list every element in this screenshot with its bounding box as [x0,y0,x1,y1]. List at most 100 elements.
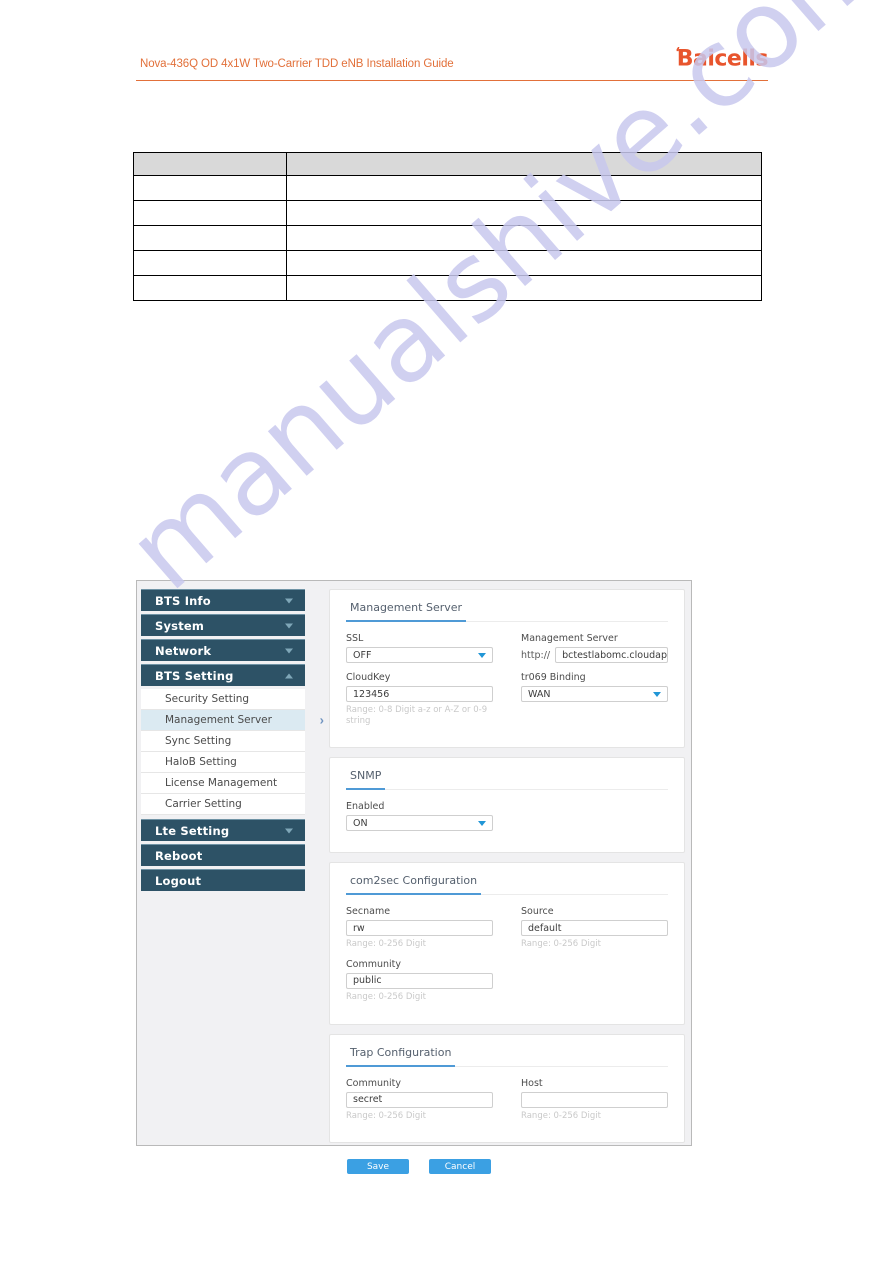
cloudkey-hint: Range: 0-8 Digit a-z or A-Z or 0-9 strin… [346,705,488,726]
source-hint: Range: 0-256 Digit [521,939,601,950]
trap-community-input[interactable]: secret [346,1091,493,1108]
sidebar-item-license-management[interactable]: License Management [141,773,305,794]
enb-web-gui-screenshot: BTS Info System Network BTS Setting Secu… [136,580,692,1175]
header-divider [136,80,768,81]
trap-host-field: Host Range: 0-256 Digit [521,1078,668,1122]
card-title: Trap Configuration [346,1044,456,1067]
field-column-left: SSL OFF CloudKey 123456 Range: 0-8 Digit… [346,633,493,735]
cancel-button[interactable]: Cancel [429,1159,491,1175]
snmp-enabled-field: Enabled ON [346,801,493,832]
sidebar-item-bts-info[interactable]: BTS Info [141,589,305,611]
secname-hint: Range: 0-256 Digit [346,939,426,950]
chevron-down-icon [478,652,486,658]
chevron-right-icon: › [319,712,324,728]
trap-community-field: Community secret Range: 0-256 Digit [346,1078,493,1122]
sidebar-item-management-server[interactable]: Management Server › [141,710,324,731]
sidebar-item-system[interactable]: System [141,614,305,636]
sidebar-item-label: Sync Setting [165,735,232,747]
snmp-enabled-select[interactable]: ON [346,815,493,832]
sidebar-item-label: Lte Setting [155,823,230,838]
secname-field: Secname rw Range: 0-256 Digit [346,906,493,950]
com2sec-community-input[interactable]: public [346,972,493,989]
table-row [133,250,762,276]
table-cell [133,250,287,276]
sidebar-item-carrier-setting[interactable]: Carrier Setting [141,794,305,815]
source-value: default [528,922,562,934]
com2sec-community-field: Community public Range: 0-256 Digit [346,959,493,1003]
sidebar-item-sync-setting[interactable]: Sync Setting [141,731,305,752]
field-column-left: Secname rw Range: 0-256 Digit Community … [346,906,493,1011]
page-title: Nova-436Q OD 4x1W Two-Carrier TDD eNB In… [140,58,454,70]
sidebar-item-logout[interactable]: Logout [141,869,305,891]
field-label: tr069 Binding [521,672,586,683]
secname-input[interactable]: rw [346,920,493,937]
field-label: Source [521,906,554,918]
card-title-rule [346,789,668,791]
sidebar-item-label: Logout [155,873,202,888]
cloudkey-field: CloudKey 123456 Range: 0-8 Digit a-z or … [346,672,493,726]
sidebar-item-bts-setting[interactable]: BTS Setting [141,664,305,686]
trap-host-input[interactable] [521,1091,668,1108]
table-row [133,225,762,251]
table-body [133,175,762,301]
specification-table [133,152,762,301]
table-header-cell [286,152,762,176]
table-header-row [133,152,762,176]
source-input[interactable]: default [521,920,668,937]
content-area: Management Server SSL OFF CloudKey 12345… [327,581,691,1175]
table-cell [286,275,762,301]
trap-host-hint: Range: 0-256 Digit [521,1110,601,1121]
field-label: Secname [346,906,391,918]
cloudkey-value: 123456 [353,688,390,700]
chevron-down-icon [285,648,293,653]
field-grid: Secname rw Range: 0-256 Digit Community … [346,906,668,1011]
sidebar-item-label: Reboot [155,848,203,863]
sidebar-item-label: Network [155,643,212,658]
table-cell [133,175,287,201]
chevron-down-icon [653,691,661,697]
field-label: CloudKey [346,672,391,683]
watermark-text: manualshive.com [105,0,893,615]
table-cell [286,225,762,251]
card-title: com2sec Configuration [346,872,482,896]
field-grid: SSL OFF CloudKey 123456 Range: 0-8 Digit… [346,633,668,735]
field-label: Community [346,1077,401,1089]
table-cell [286,200,762,226]
trap-community-value: secret [353,1094,383,1105]
field-column-right [521,801,668,840]
chevron-down-icon [478,820,486,826]
sidebar-item-label: Carrier Setting [165,798,242,810]
table-row [133,200,762,226]
management-server-url-input[interactable]: bctestlabomc.cloudapp.net:8 [555,647,668,663]
form-action-buttons: Save Cancel [329,1152,685,1175]
field-column-right: Host Range: 0-256 Digit [521,1078,668,1131]
ssl-select[interactable]: OFF [346,647,493,663]
chevron-up-icon [285,673,293,678]
logo-text: Baicells [676,46,769,72]
card-title: Management Server [346,599,467,622]
card-title: SNMP [346,767,386,791]
sidebar-item-label: BTS Info [155,593,211,608]
field-column-left: Enabled ON [346,801,493,840]
sidebar-item-security-setting[interactable]: Security Setting [141,689,305,710]
field-column-left: Community secret Range: 0-256 Digit [346,1078,493,1131]
field-label: Management Server [521,633,618,644]
sidebar-item-reboot[interactable]: Reboot [141,844,305,866]
sidebar-item-network[interactable]: Network [141,639,305,661]
sidebar-item-halob-setting[interactable]: HaloB Setting [141,752,305,773]
sidebar-item-lte-setting[interactable]: Lte Setting [141,819,305,841]
ssl-select-value: OFF [353,649,372,661]
secname-value: rw [353,922,365,934]
sidebar-navigation[interactable]: BTS Info System Network BTS Setting Secu… [137,581,327,1145]
cloudkey-input[interactable]: 123456 [346,686,493,702]
sidebar-item-label: License Management [165,777,278,789]
sidebar-item-label: System [155,618,205,633]
table-cell [133,200,287,226]
field-label: Enabled [346,801,385,813]
chevron-down-icon [285,598,293,603]
tr069-binding-value: WAN [528,688,551,700]
save-button[interactable]: Save [347,1159,409,1175]
table-header-cell [133,152,287,176]
tr069-binding-select[interactable]: WAN [521,686,668,702]
field-label: Community [346,958,401,970]
